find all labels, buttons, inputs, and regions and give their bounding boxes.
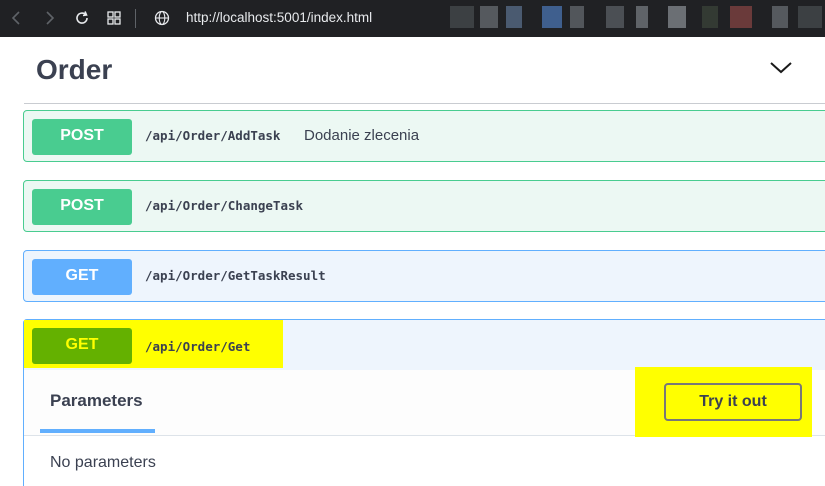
browser-toolbar: http://localhost:5001/index.html	[0, 0, 825, 37]
operation-path: /api/Order/Get	[145, 339, 251, 354]
parameters-header: Parameters Try it out	[24, 367, 825, 437]
chevron-down-icon[interactable]	[768, 59, 794, 77]
method-badge-post: POST	[32, 189, 132, 225]
operation-path: /api/Order/AddTask	[145, 128, 281, 143]
toolbar-separator	[135, 9, 136, 28]
operation-get-task-result[interactable]: GET /api/Order/GetTaskResult	[23, 250, 825, 302]
forward-arrow-icon[interactable]	[40, 9, 58, 27]
refresh-icon[interactable]	[73, 9, 91, 27]
address-bar[interactable]: http://localhost:5001/index.html	[186, 9, 372, 27]
operation-change-task[interactable]: POST /api/Order/ChangeTask	[23, 180, 825, 232]
tag-section-header[interactable]: Order	[24, 37, 825, 104]
no-parameters-text: No parameters	[50, 454, 156, 471]
method-badge-get: GET	[32, 259, 132, 295]
operation-get-expanded[interactable]: GET /api/Order/Get Parameters Try it out…	[23, 319, 825, 486]
swagger-page: Order POST /api/Order/AddTask Dodanie zl…	[0, 37, 825, 486]
back-arrow-icon[interactable]	[8, 9, 26, 27]
method-badge-post: POST	[32, 119, 132, 155]
tag-title: Order	[36, 54, 113, 85]
active-tab-underline	[40, 429, 155, 433]
tab-parameters[interactable]: Parameters	[50, 391, 143, 411]
extension-icons[interactable]	[450, 6, 825, 28]
operation-path: /api/Order/ChangeTask	[145, 198, 304, 213]
operation-summary: Dodanie zlecenia	[304, 127, 420, 144]
try-it-out-button[interactable]: Try it out	[664, 383, 802, 421]
operation-path: /api/Order/GetTaskResult	[145, 268, 326, 283]
tab-grid-icon[interactable]	[105, 9, 123, 27]
globe-icon[interactable]	[153, 9, 171, 27]
operation-add-task[interactable]: POST /api/Order/AddTask Dodanie zlecenia	[23, 110, 825, 162]
parameters-section: Parameters Try it out No parameters	[24, 367, 825, 486]
method-badge-get: GET	[32, 328, 132, 364]
